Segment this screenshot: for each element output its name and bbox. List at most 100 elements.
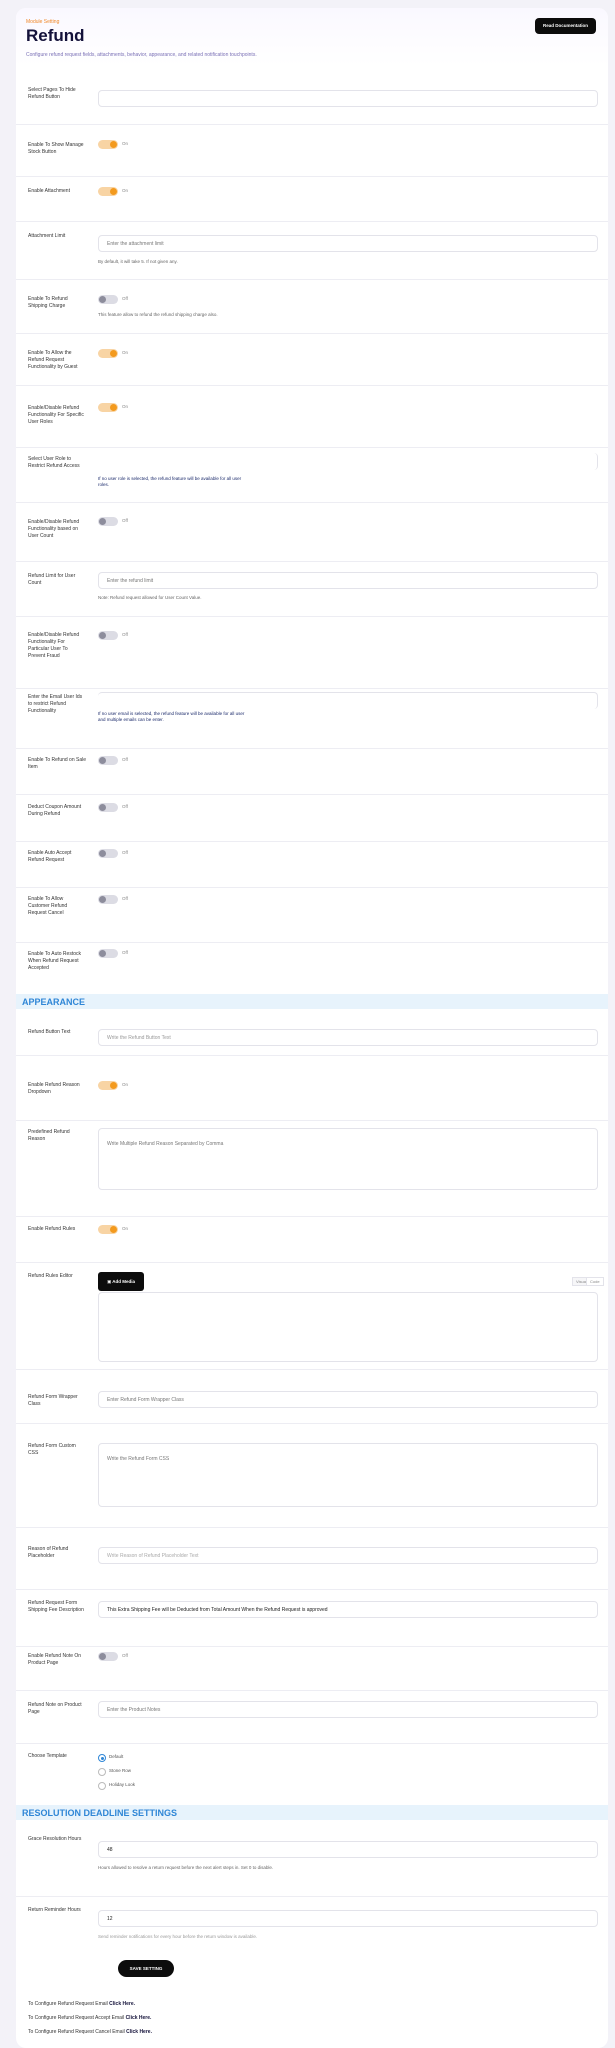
field-label: Enable Refund Reason Dropdown <box>28 1082 80 1095</box>
footer-link-accept-email: To Configure Refund Request Accept Email… <box>28 2015 152 2021</box>
field-template: Choose Template Default Stone Row Holida… <box>16 1743 608 1805</box>
wrapper-class-input[interactable]: Enter Refund Form Wrapper Class <box>98 1391 598 1408</box>
radio-icon <box>98 1768 106 1776</box>
reason-placeholder-input[interactable]: Write Reason of Refund Placeholder Text <box>98 1547 598 1564</box>
field-product-page: Enable Refund Note On Product Page Off <box>16 1646 608 1691</box>
field-refund-limit: Refund Limit for User Count Enter the re… <box>16 561 608 617</box>
field-label: Enable To Allow Customer Refund Request … <box>28 896 68 916</box>
field-shipping-charge: Enable To Refund Shipping Charge Off Thi… <box>16 279 608 334</box>
user-roles-select[interactable] <box>98 453 598 470</box>
particular-user-toggle[interactable] <box>98 631 118 640</box>
field-label: Choose Template <box>28 1753 67 1759</box>
breadcrumb: Module Setting <box>26 19 60 25</box>
field-label: Enable/Disable Refund Functionality For … <box>28 632 80 659</box>
field-label: Enable To Refund Shipping Charge <box>28 296 68 309</box>
refund-limit-input[interactable]: Enter the refund limit <box>98 572 598 589</box>
page-header: Module Setting Refund Configure refund r… <box>16 8 608 66</box>
select-pages-input[interactable] <box>98 90 598 107</box>
grace-hours-input[interactable]: 48 <box>98 1841 598 1858</box>
button-text-input[interactable]: Write the Refund Button Text <box>98 1029 598 1046</box>
attachment-toggle[interactable] <box>98 187 118 196</box>
read-documentation-button[interactable]: Read Documentation <box>535 18 596 34</box>
section-title: RESOLUTION DEADLINE SETTINGS <box>22 1808 178 1818</box>
field-restrict-emails: Enter the Email User Ids to restrict Ref… <box>16 688 608 749</box>
tab-code[interactable]: Code <box>586 1277 604 1286</box>
refund-email-link[interactable]: Click Here. <box>109 2001 135 2007</box>
product-note-input[interactable]: Enter the Product Notes <box>98 1701 598 1718</box>
toggle-state: On <box>122 1226 129 1231</box>
toggle-state: On <box>122 1082 129 1087</box>
user-count-toggle[interactable] <box>98 517 118 526</box>
field-label: Select Pages To Hide Refund Button <box>28 87 76 100</box>
field-attachment: Enable Attachment On <box>16 176 608 222</box>
field-description: By default, it will take 5. If not given… <box>98 259 178 264</box>
auto-accept-toggle[interactable] <box>98 849 118 858</box>
radio-selected-icon <box>98 1754 106 1762</box>
field-label: Reason of Refund Placeholder <box>28 1546 69 1559</box>
toggle-state: On <box>122 350 129 355</box>
cancel-email-link[interactable]: Click Here. <box>126 2029 152 2035</box>
toggle-state: Off <box>122 804 128 809</box>
attachment-limit-input[interactable]: Enter the attachment limit <box>98 235 598 252</box>
refund-sale-toggle[interactable] <box>98 756 118 765</box>
toggle-state: Off <box>122 950 128 955</box>
field-label: Enable/Disable Refund Functionality base… <box>28 519 80 539</box>
field-customer-cancel: Enable To Allow Customer Refund Request … <box>16 887 608 943</box>
toggle-state: Off <box>122 1653 128 1658</box>
field-label: Enable To Refund on Sale Item <box>28 757 87 770</box>
section-title: APPEARANCE <box>22 997 86 1007</box>
predefined-reasons-textarea[interactable]: Write Multiple Refund Reason Separated b… <box>98 1128 598 1190</box>
field-guest-refund: Enable To Allow the Refund Request Funct… <box>16 333 608 386</box>
field-label: Select User Role to Restrict Refund Acce… <box>28 456 80 469</box>
field-label: Enable/Disable Refund Functionality For … <box>28 405 84 425</box>
guest-refund-toggle[interactable] <box>98 349 118 358</box>
field-description: Note: Refund request allowed for User Co… <box>98 595 202 600</box>
field-auto-accept: Enable Auto Accept Refund Request Off <box>16 841 608 888</box>
manage-stock-toggle[interactable] <box>98 140 118 149</box>
field-label: Enter the Email User Ids to restrict Ref… <box>28 694 83 714</box>
field-description: Hours allowed to resolve a return reques… <box>98 1865 274 1870</box>
restrict-emails-input[interactable] <box>98 692 598 709</box>
section-resolution-deadline: RESOLUTION DEADLINE SETTINGS <box>16 1805 608 1820</box>
field-label: Refund Note on Product Page <box>28 1702 82 1715</box>
toggle-state: On <box>122 141 129 146</box>
toggle-state: Off <box>122 518 128 523</box>
field-label: Enable To Show Manage Stock Button <box>28 142 84 155</box>
custom-css-textarea[interactable]: Write the Refund Form CSS <box>98 1443 598 1507</box>
field-select-pages: Select Pages To Hide Refund Button <box>16 78 608 125</box>
reason-dropdown-toggle[interactable] <box>98 1081 118 1090</box>
add-media-button[interactable]: ▣ Add Media <box>98 1272 144 1291</box>
field-custom-css: Refund Form Custom CSS Write the Refund … <box>16 1423 608 1528</box>
field-description: This feature allow to refund the refund … <box>98 312 218 317</box>
field-reason-placeholder: Reason of Refund Placeholder Write Reaso… <box>16 1527 608 1590</box>
field-button-text: Refund Button Text Write the Refund Butt… <box>16 1011 608 1056</box>
field-auto-restock: Enable To Auto Restock When Refund Reque… <box>16 942 608 992</box>
specific-roles-toggle[interactable] <box>98 403 118 412</box>
shipping-charge-toggle[interactable] <box>98 295 118 304</box>
accept-email-link[interactable]: Click Here. <box>126 2015 152 2021</box>
refund-rules-toggle[interactable] <box>98 1225 118 1234</box>
editor-tabs: Visual Code <box>572 1277 604 1286</box>
toggle-state: Off <box>122 757 128 762</box>
field-label: Refund Rules Editor <box>28 1273 73 1279</box>
field-label: Deduct Coupon Amount During Refund <box>28 804 82 817</box>
save-setting-button[interactable]: SAVE SETTING <box>118 1960 174 1977</box>
radio-icon <box>98 1782 106 1790</box>
product-page-toggle[interactable] <box>98 1652 118 1661</box>
field-label: Enable To Auto Restock When Refund Reque… <box>28 951 81 971</box>
customer-cancel-toggle[interactable] <box>98 895 118 904</box>
field-user-count: Enable/Disable Refund Functionality base… <box>16 502 608 562</box>
auto-restock-toggle[interactable] <box>98 949 118 958</box>
field-label: Refund Request Form Shipping Fee Descrip… <box>28 1600 84 1613</box>
field-reminder-hours: Return Reminder Hours 12 Send reminder n… <box>16 1896 608 1956</box>
rules-editor-textarea[interactable] <box>98 1292 598 1362</box>
field-label: Refund Limit for User Count <box>28 573 76 586</box>
field-particular-user: Enable/Disable Refund Functionality For … <box>16 616 608 689</box>
field-wrapper-class: Refund Form Wrapper Class Enter Refund F… <box>16 1369 608 1424</box>
field-attachment-limit: Attachment Limit Enter the attachment li… <box>16 221 608 280</box>
shipping-fee-desc-input[interactable]: This Extra Shipping Fee will be Deducted… <box>98 1601 598 1618</box>
reminder-hours-input[interactable]: 12 <box>98 1910 598 1927</box>
field-description: If no user email is selected, the refund… <box>98 711 245 722</box>
field-coupon-amount: Deduct Coupon Amount During Refund Off <box>16 794 608 842</box>
coupon-amount-toggle[interactable] <box>98 803 118 812</box>
